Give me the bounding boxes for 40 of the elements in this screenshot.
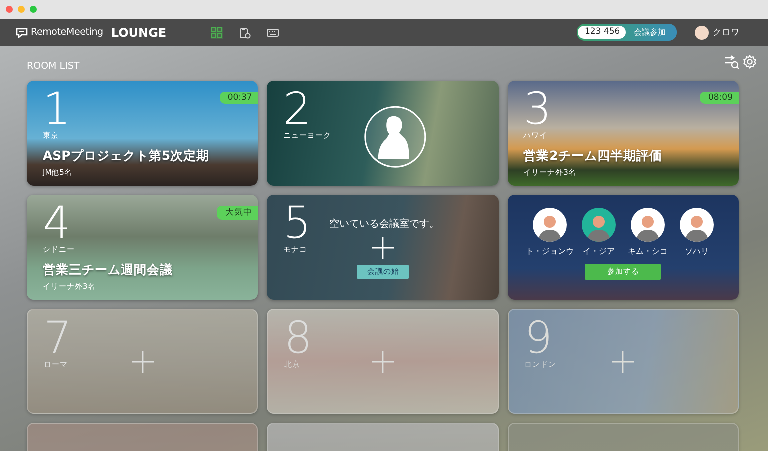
member-name: キム・シコ [628,246,668,257]
room-number: 4 [43,201,71,247]
clipboard-icon[interactable] [238,26,251,38]
status-badge: 大気中 [217,206,258,220]
room-number: 7 [44,316,72,362]
avatar-icon [680,208,714,242]
chat-bubble-icon [16,28,28,38]
user-avatar[interactable] [695,26,709,40]
keyboard-icon[interactable] [266,26,279,38]
member-name: ト・ジョンウ [526,246,574,257]
meeting-title: ASPプロジェクト第5次定期 [43,148,210,165]
person-silhouette-icon [364,106,426,168]
settings-icon[interactable] [743,54,757,68]
room-number: 9 [524,316,553,362]
meeting-title: 営業2チーム四半期評価 [524,148,662,165]
room-number: 3 [524,87,552,133]
logo-text: RemoteMeeting [31,27,104,38]
room-number: 5 [283,201,312,247]
meeting-title: 営業三チーム週間会議 [43,262,173,279]
join-meeting-button[interactable]: 会議参加 [626,26,676,39]
room-number: 8 [284,316,312,362]
empty-room-message: 空いている会議室です。 [329,218,440,231]
zoom-button[interactable] [30,6,37,13]
close-button[interactable] [6,6,13,13]
avatar-icon [630,208,665,242]
minimize-button[interactable] [18,6,25,13]
room-number: 1 [43,87,71,133]
status-badge: 00:37 [220,92,258,104]
plus-icon[interactable] [372,236,394,258]
room-number: 2 [283,87,312,133]
app-name: LOUNGE [111,26,167,40]
member-name: イ・ジア [582,246,615,257]
filter-search-icon[interactable] [724,54,740,68]
grid-icon[interactable] [210,26,223,38]
member-name: ソハリ [684,246,709,257]
section-title: ROOM LIST [27,61,81,72]
status-badge: 08:09 [700,92,739,104]
avatar-icon [582,208,616,242]
user-name[interactable]: クロワ [713,26,740,38]
avatar-icon [532,208,567,242]
